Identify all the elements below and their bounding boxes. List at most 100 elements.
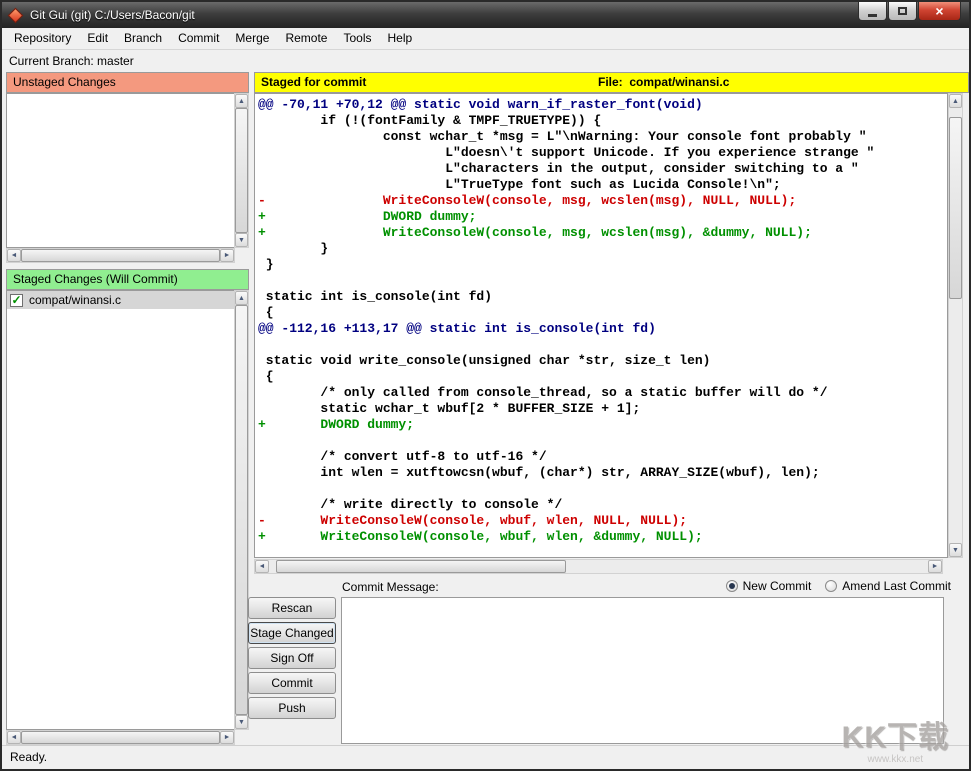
close-button[interactable]: × — [918, 2, 961, 21]
push-button[interactable]: Push — [248, 697, 336, 719]
diff-line-ctx: if (!(fontFamily & TMPF_TRUETYPE)) { — [258, 113, 947, 129]
menu-bar: RepositoryEditBranchCommitMergeRemoteToo… — [2, 28, 969, 50]
scrollbar-track[interactable] — [269, 560, 928, 573]
diff-line-hunk: @@ -112,16 +113,17 @@ static int is_cons… — [258, 321, 947, 337]
staged-changes-header: Staged Changes (Will Commit) — [6, 269, 249, 290]
diff-line-ctx: } — [258, 257, 947, 273]
checkbox-checked-icon[interactable]: ✓ — [10, 294, 23, 307]
commit-message-input[interactable] — [341, 597, 944, 744]
scrollbar-thumb[interactable] — [276, 560, 566, 573]
scroll-down-icon[interactable]: ▼ — [949, 543, 962, 557]
scrollbar-thumb[interactable] — [235, 305, 248, 715]
window-controls: × — [858, 2, 961, 21]
staged-file-row[interactable]: ✓ compat/winansi.c — [7, 291, 234, 309]
minimize-icon — [868, 14, 877, 17]
scroll-right-icon[interactable]: ► — [220, 249, 234, 262]
scroll-down-icon[interactable]: ▼ — [235, 233, 248, 247]
diff-file-label: File: — [598, 75, 623, 89]
sign-off-button[interactable]: Sign Off — [248, 647, 336, 669]
unstaged-changes-list[interactable] — [6, 93, 235, 248]
menu-item-help[interactable]: Help — [379, 28, 420, 49]
stage-changed-button[interactable]: Stage Changed — [248, 622, 336, 644]
scroll-down-icon[interactable]: ▼ — [235, 715, 248, 729]
diff-line-ctx — [258, 433, 947, 449]
diff-line-ctx: L"TrueType font such as Lucida Console!\… — [258, 177, 947, 193]
maximize-button[interactable] — [888, 2, 917, 21]
diff-line-ctx: { — [258, 369, 947, 385]
scrollbar-track[interactable] — [235, 108, 248, 233]
staged-horizontal-scrollbar[interactable]: ◄ ► — [6, 730, 235, 745]
scrollbar-track[interactable] — [235, 305, 248, 715]
scroll-left-icon[interactable]: ◄ — [7, 731, 21, 744]
diff-header-title: Staged for commit — [261, 75, 366, 89]
diff-line-add: + DWORD dummy; — [258, 209, 947, 225]
diff-horizontal-scrollbar[interactable]: ◄ ► — [254, 559, 943, 574]
minimize-button[interactable] — [858, 2, 887, 21]
scroll-up-icon[interactable]: ▲ — [949, 94, 962, 108]
menu-item-merge[interactable]: Merge — [227, 28, 277, 49]
diff-line-ctx: /* convert utf-8 to utf-16 */ — [258, 449, 947, 465]
diff-line-del: - WriteConsoleW(console, wbuf, wlen, NUL… — [258, 513, 947, 529]
menu-item-commit[interactable]: Commit — [170, 28, 227, 49]
diff-line-add: + WriteConsoleW(console, wbuf, wlen, &du… — [258, 529, 947, 545]
unstaged-vertical-scrollbar[interactable]: ▲ ▼ — [234, 93, 249, 248]
scrollbar-track[interactable] — [949, 108, 962, 543]
diff-line-ctx: { — [258, 305, 947, 321]
scrollbar-track[interactable] — [21, 731, 220, 744]
new-commit-radio[interactable]: New Commit — [726, 579, 812, 593]
scroll-left-icon[interactable]: ◄ — [7, 249, 21, 262]
new-commit-radio-label: New Commit — [743, 579, 812, 593]
diff-line-del: - WriteConsoleW(console, msg, wcslen(msg… — [258, 193, 947, 209]
status-bar: Ready. — [2, 745, 969, 769]
diff-line-ctx: static wchar_t wbuf[2 * BUFFER_SIZE + 1]… — [258, 401, 947, 417]
scrollbar-track[interactable] — [21, 249, 220, 262]
diff-file-name: compat/winansi.c — [629, 75, 729, 89]
diff-file-path: File: compat/winansi.c — [598, 73, 729, 92]
scroll-up-icon[interactable]: ▲ — [235, 291, 248, 305]
scroll-right-icon[interactable]: ► — [928, 560, 942, 573]
file-name: compat/winansi.c — [29, 293, 121, 307]
amend-last-commit-radio[interactable]: Amend Last Commit — [825, 579, 951, 593]
git-gui-app-icon — [8, 7, 24, 23]
scroll-up-icon[interactable]: ▲ — [235, 94, 248, 108]
diff-line-ctx: } — [258, 241, 947, 257]
diff-vertical-scrollbar[interactable]: ▲ ▼ — [948, 93, 963, 558]
menu-item-branch[interactable]: Branch — [116, 28, 170, 49]
action-button-column: Rescan Stage Changed Sign Off Commit Push — [248, 597, 338, 722]
rescan-button[interactable]: Rescan — [248, 597, 336, 619]
diff-view[interactable]: @@ -70,11 +70,12 @@ static void warn_if_… — [254, 93, 948, 558]
diff-line-ctx — [258, 273, 947, 289]
commit-message-label: Commit Message: — [342, 580, 439, 594]
diff-line-hunk: @@ -70,11 +70,12 @@ static void warn_if_… — [258, 97, 947, 113]
diff-line-ctx: static int is_console(int fd) — [258, 289, 947, 305]
diff-line-ctx: static void write_console(unsigned char … — [258, 353, 947, 369]
maximize-icon — [898, 7, 907, 15]
diff-header: Staged for commit File: compat/winansi.c — [254, 72, 969, 93]
scrollbar-thumb[interactable] — [235, 108, 248, 233]
commit-button[interactable]: Commit — [248, 672, 336, 694]
diff-line-ctx — [258, 481, 947, 497]
diff-line-ctx — [258, 337, 947, 353]
menu-item-tools[interactable]: Tools — [335, 28, 379, 49]
menu-item-remote[interactable]: Remote — [277, 28, 335, 49]
unstaged-horizontal-scrollbar[interactable]: ◄ ► — [6, 248, 235, 263]
amend-last-commit-radio-label: Amend Last Commit — [842, 579, 951, 593]
menu-item-repository[interactable]: Repository — [6, 28, 79, 49]
scroll-right-icon[interactable]: ► — [220, 731, 234, 744]
close-icon: × — [935, 4, 943, 18]
current-branch-label: Current Branch: master — [2, 51, 969, 71]
scrollbar-thumb[interactable] — [21, 249, 220, 262]
diff-line-ctx: L"characters in the output, consider swi… — [258, 161, 947, 177]
scroll-left-icon[interactable]: ◄ — [255, 560, 269, 573]
staged-vertical-scrollbar[interactable]: ▲ ▼ — [234, 290, 249, 730]
scrollbar-thumb[interactable] — [21, 731, 220, 744]
menu-item-edit[interactable]: Edit — [79, 28, 116, 49]
staged-changes-list[interactable]: ✓ compat/winansi.c — [6, 290, 235, 730]
radio-icon — [825, 580, 837, 592]
title-bar: Git Gui (git) C:/Users/Bacon/git × — [2, 2, 969, 28]
diff-line-ctx: /* only called from console_thread, so a… — [258, 385, 947, 401]
scrollbar-thumb[interactable] — [949, 117, 962, 300]
git-gui-window: Git Gui (git) C:/Users/Bacon/git × Repos… — [0, 0, 971, 771]
diff-line-ctx: /* write directly to console */ — [258, 497, 947, 513]
diff-line-add: + WriteConsoleW(console, msg, wcslen(msg… — [258, 225, 947, 241]
